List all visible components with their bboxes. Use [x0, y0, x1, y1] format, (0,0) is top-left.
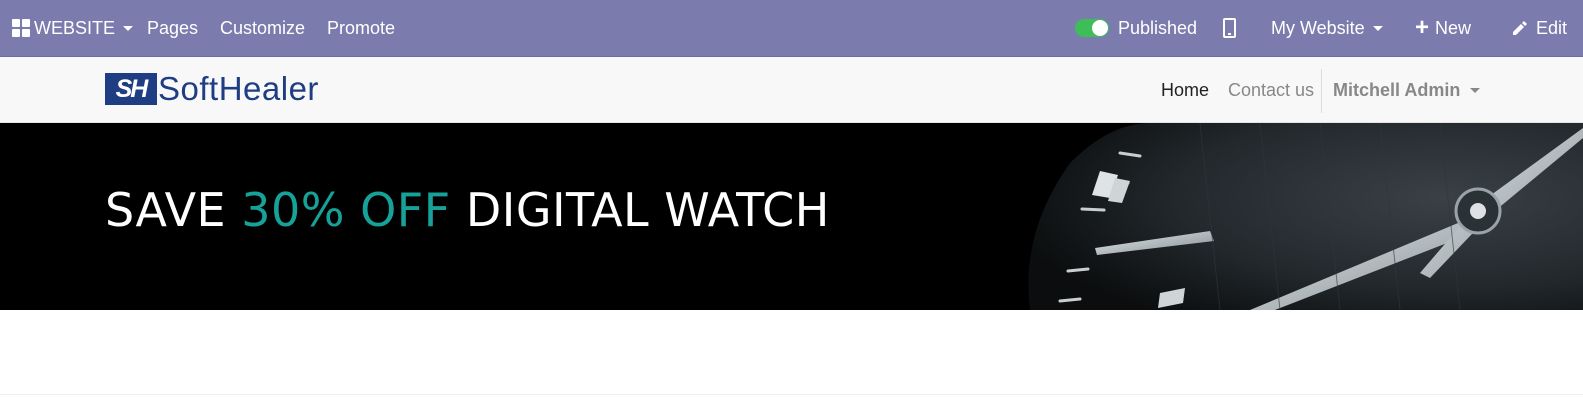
nav-home-link[interactable]: Home [1161, 57, 1209, 123]
plus-icon: + [1415, 14, 1430, 41]
caret-down-icon [1470, 87, 1481, 93]
caret-down-icon [123, 25, 134, 31]
nav-contact-link[interactable]: Contact us [1228, 57, 1314, 123]
logo-mark: SH [105, 73, 157, 105]
apps-menu-dropdown[interactable]: WEBSITE [12, 0, 134, 56]
published-label: Published [1118, 17, 1198, 38]
apps-grid-icon [12, 19, 30, 37]
new-label: New [1435, 17, 1472, 38]
content-divider [0, 394, 1583, 395]
edit-label: Edit [1536, 17, 1568, 38]
pencil-icon [1511, 20, 1527, 36]
logo-text: SoftHealer [158, 70, 319, 107]
site-header: SH SoftHealer Home Contact us Mitchell A… [0, 57, 1583, 123]
promote-menu-label: Promote [327, 17, 396, 38]
caret-down-icon [1372, 25, 1383, 31]
my-website-dropdown[interactable]: My Website [1271, 0, 1383, 56]
hero-title-part1: SAVE [105, 183, 242, 237]
pages-menu[interactable]: Pages [147, 0, 198, 56]
mobile-preview-icon [1223, 18, 1236, 38]
published-toggle[interactable]: Published [1075, 0, 1197, 56]
customize-menu[interactable]: Customize [220, 0, 305, 56]
nav-divider [1321, 69, 1322, 113]
hero-title: SAVE 30% OFF DIGITAL WATCH [105, 183, 830, 237]
mobile-preview-button[interactable] [1223, 0, 1236, 56]
toggle-switch-icon [1075, 19, 1109, 37]
my-website-label: My Website [1271, 17, 1365, 38]
watch-face-image [1028, 123, 1583, 310]
admin-navbar: WEBSITE Pages Customize Promote Publishe… [0, 0, 1583, 57]
pages-menu-label: Pages [147, 17, 199, 38]
site-logo[interactable]: SH SoftHealer [105, 67, 319, 111]
hero-title-highlight: 30% OFF [241, 183, 451, 237]
hero-banner: SAVE 30% OFF DIGITAL WATCH [0, 123, 1583, 310]
user-name: Mitchell Admin [1333, 79, 1461, 100]
user-menu-dropdown[interactable]: Mitchell Admin [1333, 57, 1481, 123]
new-button[interactable]: + New [1415, 0, 1471, 56]
promote-menu[interactable]: Promote [327, 0, 395, 56]
customize-menu-label: Customize [220, 17, 306, 38]
edit-button[interactable]: Edit [1511, 0, 1567, 56]
apps-menu-label: WEBSITE [34, 17, 116, 38]
hero-title-part2: DIGITAL WATCH [450, 183, 830, 237]
